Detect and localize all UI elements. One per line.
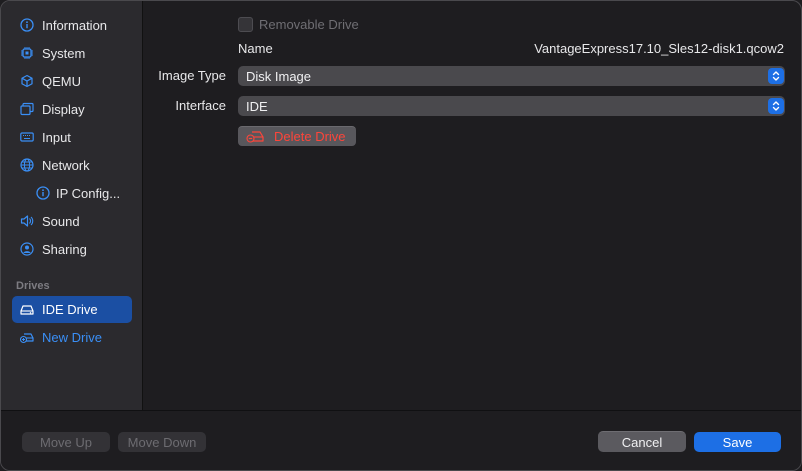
image-type-select[interactable]: Disk Image bbox=[238, 66, 785, 86]
sidebar-item-display[interactable]: Display bbox=[12, 96, 132, 122]
sidebar-item-ide-drive[interactable]: IDE Drive bbox=[12, 296, 132, 323]
info-icon bbox=[20, 18, 34, 32]
remove-drive-icon bbox=[246, 130, 264, 143]
interface-label: Interface bbox=[175, 98, 226, 113]
sidebar-item-input[interactable]: Input bbox=[12, 124, 132, 150]
drive-icon bbox=[20, 303, 34, 317]
interface-value: IDE bbox=[246, 98, 268, 114]
delete-drive-button[interactable]: Delete Drive bbox=[238, 126, 356, 146]
removable-drive-checkbox-row[interactable]: Removable Drive bbox=[238, 17, 359, 32]
person-icon bbox=[20, 242, 34, 256]
sidebar-item-label: Information bbox=[42, 17, 108, 33]
sidebar-item-sharing[interactable]: Sharing bbox=[12, 236, 132, 262]
image-type-value: Disk Image bbox=[246, 68, 312, 84]
speaker-icon bbox=[20, 214, 34, 228]
move-down-button[interactable]: Move Down bbox=[118, 432, 206, 452]
add-drive-icon bbox=[20, 330, 34, 344]
sidebar-item-qemu[interactable]: QEMU bbox=[12, 68, 132, 94]
chip-icon bbox=[20, 46, 34, 60]
sidebar-item-label: Sound bbox=[42, 213, 80, 229]
sidebar-item-label: New Drive bbox=[42, 329, 102, 345]
info-icon bbox=[36, 186, 50, 200]
sidebar-item-new-drive[interactable]: New Drive bbox=[12, 324, 132, 350]
sidebar-item-ip-config[interactable]: IP Config... bbox=[12, 180, 132, 206]
sidebar-item-label: Input bbox=[42, 129, 71, 145]
sidebar-item-system[interactable]: System bbox=[12, 40, 132, 66]
name-label: Name bbox=[238, 41, 273, 56]
sidebar-item-network[interactable]: Network bbox=[12, 152, 132, 178]
delete-drive-label: Delete Drive bbox=[274, 129, 346, 144]
sidebar-item-sound[interactable]: Sound bbox=[12, 208, 132, 234]
drives-section-label: Drives bbox=[16, 280, 50, 292]
removable-drive-label: Removable Drive bbox=[259, 17, 359, 32]
cube-icon bbox=[20, 74, 34, 88]
image-type-label: Image Type bbox=[158, 68, 226, 83]
sidebar-item-label: QEMU bbox=[42, 73, 81, 89]
chevron-up-down-icon bbox=[768, 98, 784, 114]
sidebar-item-information[interactable]: Information bbox=[12, 12, 132, 38]
sidebar-item-label: IP Config... bbox=[56, 185, 121, 201]
keyboard-icon bbox=[20, 130, 34, 144]
sidebar-item-label: System bbox=[42, 45, 86, 61]
sidebar-item-label: Display bbox=[42, 101, 85, 117]
interface-select[interactable]: IDE bbox=[238, 96, 785, 116]
footer: Move Up Move Down Cancel Save bbox=[1, 411, 801, 470]
sidebar-item-label: IDE Drive bbox=[42, 302, 98, 317]
sidebar-item-label: Sharing bbox=[42, 241, 87, 257]
removable-drive-checkbox[interactable] bbox=[238, 17, 253, 32]
display-icon bbox=[20, 102, 34, 116]
chevron-up-down-icon bbox=[768, 68, 784, 84]
save-button[interactable]: Save bbox=[694, 432, 781, 452]
move-up-button[interactable]: Move Up bbox=[22, 432, 110, 452]
sidebar: Information System QEMU Display Input Ne… bbox=[1, 1, 143, 410]
cancel-button[interactable]: Cancel bbox=[598, 431, 686, 452]
globe-icon bbox=[20, 158, 34, 172]
sidebar-item-label: Network bbox=[42, 157, 90, 173]
settings-window: Information System QEMU Display Input Ne… bbox=[0, 0, 802, 471]
name-value: VantageExpress17.10_Sles12-disk1.qcow2 bbox=[534, 41, 784, 56]
